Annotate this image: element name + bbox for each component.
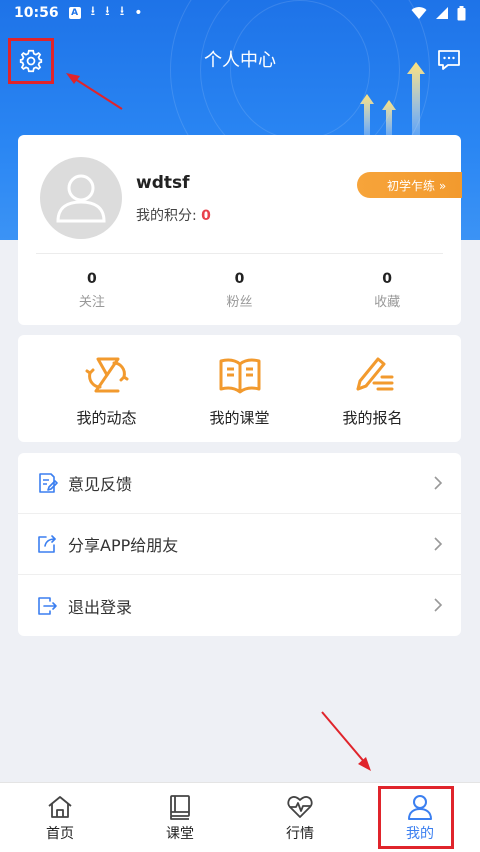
nav-classroom[interactable]: 课堂 bbox=[120, 783, 240, 852]
profile-card: wdtsf 我的积分: 0 初学乍练 » 0 关注 0 粉丝 0 收藏 bbox=[18, 135, 462, 325]
dynamics-icon bbox=[85, 357, 128, 393]
action-label: 我的报名 bbox=[342, 409, 403, 427]
book-icon bbox=[219, 358, 260, 394]
stat-label: 收藏 bbox=[374, 295, 401, 310]
market-heartbeat-icon bbox=[287, 796, 313, 818]
default-avatar-icon bbox=[56, 174, 106, 223]
download-icon: ⭳ bbox=[119, 4, 125, 19]
chevron-right-icon bbox=[434, 537, 443, 551]
stat-label: 粉丝 bbox=[226, 295, 253, 310]
classroom-book-icon bbox=[170, 795, 190, 820]
signal-icon bbox=[436, 7, 448, 19]
avatar[interactable] bbox=[40, 157, 122, 239]
menu-item-feedback[interactable]: 意见反馈 bbox=[18, 453, 461, 514]
more-dot-icon: • bbox=[134, 5, 143, 21]
status-bar: 10:56 A ⭳ ⭳ ⭳ • bbox=[0, 0, 480, 26]
quick-actions-card: 我的动态 我的课堂 我的报名 bbox=[18, 335, 461, 442]
username: wdtsf bbox=[136, 173, 190, 193]
notification-app-icon: A bbox=[68, 7, 81, 19]
menu-label: 分享APP给朋友 bbox=[68, 536, 179, 555]
chat-bubble-icon bbox=[438, 50, 460, 70]
action-my-signup[interactable]: 我的报名 bbox=[306, 335, 439, 442]
feedback-icon bbox=[39, 473, 58, 493]
nav-label: 首页 bbox=[46, 826, 74, 842]
menu-item-logout[interactable]: 退出登录 bbox=[18, 575, 461, 636]
menu-label: 退出登录 bbox=[68, 597, 133, 617]
stats-row: 0 关注 0 粉丝 0 收藏 bbox=[18, 271, 461, 310]
level-badge[interactable]: 初学乍练 » bbox=[357, 172, 462, 198]
nav-label: 行情 bbox=[286, 826, 314, 842]
divider bbox=[36, 253, 443, 254]
home-icon bbox=[48, 796, 72, 818]
chevron-right-icon bbox=[434, 476, 443, 490]
download-icon: ⭳ bbox=[105, 4, 110, 19]
action-label: 我的课堂 bbox=[209, 409, 270, 427]
stat-value: 0 bbox=[86, 271, 97, 287]
chevron-right-icon bbox=[434, 598, 443, 612]
nav-market[interactable]: 行情 bbox=[240, 783, 360, 852]
menu-label: 意见反馈 bbox=[68, 475, 133, 494]
menu-item-share[interactable]: 分享APP给朋友 bbox=[18, 514, 461, 575]
stat-value: 0 bbox=[234, 271, 245, 287]
stat-following[interactable]: 0 关注 bbox=[18, 271, 166, 310]
wifi-icon bbox=[411, 7, 427, 20]
nav-label: 课堂 bbox=[166, 826, 194, 842]
share-icon bbox=[38, 535, 56, 553]
points-label: 我的积分: bbox=[136, 208, 202, 224]
points-value: 0 bbox=[201, 208, 211, 224]
nav-home[interactable]: 首页 bbox=[0, 783, 120, 852]
action-my-dynamics[interactable]: 我的动态 bbox=[40, 335, 173, 442]
logout-icon bbox=[38, 596, 57, 615]
status-time: 10:56 bbox=[14, 5, 59, 21]
stat-label: 关注 bbox=[78, 295, 105, 310]
stat-fans[interactable]: 0 粉丝 bbox=[166, 271, 314, 310]
battery-icon bbox=[457, 5, 466, 20]
settings-menu: 意见反馈 分享APP给朋友 退出登录 bbox=[18, 453, 461, 636]
stat-value: 0 bbox=[382, 271, 392, 287]
action-my-classroom[interactable]: 我的课堂 bbox=[173, 335, 306, 442]
points-row: 我的积分: 0 bbox=[136, 205, 211, 225]
download-icon: ⭳ bbox=[90, 4, 96, 19]
stat-favorites[interactable]: 0 收藏 bbox=[313, 271, 461, 310]
growth-arrows-decoration bbox=[360, 62, 425, 140]
action-label: 我的动态 bbox=[76, 409, 137, 427]
signup-pen-icon bbox=[356, 357, 393, 391]
message-button[interactable] bbox=[436, 48, 462, 72]
annotation-highlight-box bbox=[378, 786, 454, 849]
